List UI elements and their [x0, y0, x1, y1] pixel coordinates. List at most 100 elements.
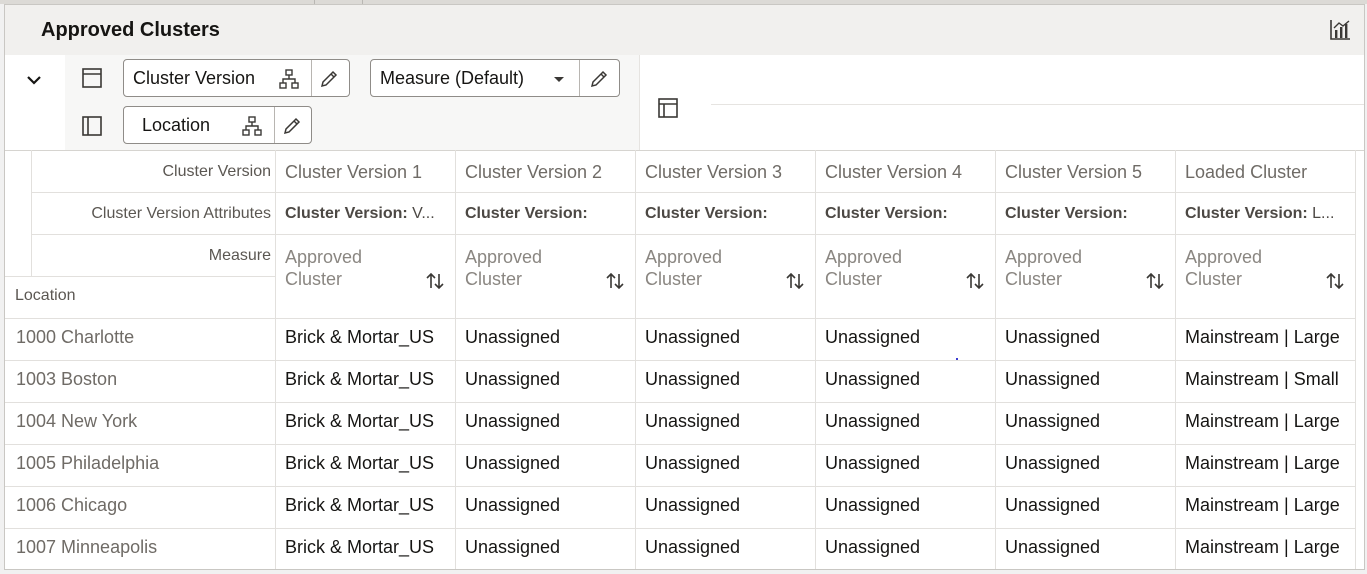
- row-divider: [5, 402, 1355, 403]
- row-divider: [5, 276, 275, 277]
- table-cell[interactable]: Unassigned: [645, 495, 813, 516]
- column-header-name[interactable]: Cluster Version 2: [465, 162, 625, 183]
- header-label-cluster-version: Cluster Version: [162, 163, 272, 180]
- table-cell[interactable]: Unassigned: [1005, 537, 1173, 558]
- table-cell[interactable]: Brick & Mortar_US: [285, 369, 453, 390]
- table-cell[interactable]: Unassigned: [645, 327, 813, 348]
- chip-separator: [274, 107, 275, 143]
- table-cell[interactable]: Unassigned: [465, 453, 633, 474]
- caret-down-icon[interactable]: [549, 69, 569, 89]
- table-cell[interactable]: Unassigned: [465, 327, 633, 348]
- table-cell[interactable]: Unassigned: [645, 453, 813, 474]
- attribute-key: Cluster Version:: [465, 205, 588, 222]
- chip-measure[interactable]: Measure (Default): [370, 59, 620, 97]
- column-measure[interactable]: Approved Cluster: [1005, 246, 1082, 290]
- column-measure[interactable]: Approved Cluster: [1185, 246, 1262, 290]
- measure-line: Approved: [465, 247, 543, 267]
- measure-line: Approved: [645, 247, 723, 267]
- table-cell[interactable]: Mainstream | Large: [1185, 495, 1355, 516]
- table-cell[interactable]: Unassigned: [825, 369, 993, 390]
- table-cell[interactable]: Unassigned: [465, 495, 633, 516]
- pivot-area: Cluster Version Measure (Default) Locati…: [5, 55, 1364, 150]
- columns-layout-icon: [82, 68, 102, 88]
- cursor-dot: [956, 358, 958, 360]
- row-location[interactable]: 1000 Charlotte: [16, 327, 134, 348]
- table-cell[interactable]: Mainstream | Large: [1185, 453, 1355, 474]
- sort-icon[interactable]: [1145, 271, 1165, 291]
- sort-icon[interactable]: [1325, 271, 1345, 291]
- hierarchy-icon[interactable]: [279, 69, 299, 89]
- column-measure[interactable]: Approved Cluster: [825, 246, 902, 290]
- column-attribute[interactable]: Cluster Version:: [465, 205, 625, 223]
- table-cell[interactable]: Unassigned: [1005, 369, 1173, 390]
- pencil-icon[interactable]: [589, 69, 609, 89]
- row-divider: [5, 360, 1355, 361]
- column-attribute[interactable]: Cluster Version:: [1005, 205, 1165, 223]
- hierarchy-icon[interactable]: [242, 116, 262, 136]
- table-cell[interactable]: Unassigned: [465, 369, 633, 390]
- table-cell[interactable]: Unassigned: [825, 453, 993, 474]
- chip-location[interactable]: Location: [123, 106, 312, 144]
- column-measure[interactable]: Approved Cluster: [645, 246, 722, 290]
- grid-border: [5, 150, 1364, 151]
- panel-icon[interactable]: [657, 97, 679, 119]
- column-header-name[interactable]: Cluster Version 4: [825, 162, 985, 183]
- row-divider: [5, 486, 1355, 487]
- table-cell[interactable]: Unassigned: [645, 411, 813, 432]
- table-cell[interactable]: Mainstream | Large: [1185, 327, 1355, 348]
- attribute-key: Cluster Version:: [1185, 205, 1308, 222]
- row-divider: [31, 192, 1355, 193]
- table-cell[interactable]: Unassigned: [1005, 411, 1173, 432]
- measure-line: Approved: [285, 247, 363, 267]
- column-header-name[interactable]: Cluster Version 3: [645, 162, 805, 183]
- table-cell[interactable]: Brick & Mortar_US: [285, 327, 453, 348]
- column-attribute[interactable]: Cluster Version: L...: [1185, 205, 1345, 223]
- table-cell[interactable]: Unassigned: [1005, 327, 1173, 348]
- column-divider: [31, 150, 32, 276]
- table-cell[interactable]: Unassigned: [825, 411, 993, 432]
- table-cell[interactable]: Mainstream | Small: [1185, 369, 1355, 390]
- table-cell[interactable]: Mainstream | Large: [1185, 411, 1355, 432]
- column-header-name[interactable]: Cluster Version 5: [1005, 162, 1165, 183]
- table-cell[interactable]: Brick & Mortar_US: [285, 537, 453, 558]
- table-cell[interactable]: Brick & Mortar_US: [285, 453, 453, 474]
- row-location[interactable]: 1007 Minneapolis: [16, 537, 157, 558]
- sort-icon[interactable]: [965, 271, 985, 291]
- column-attribute[interactable]: Cluster Version:: [645, 205, 805, 223]
- table-cell[interactable]: Unassigned: [1005, 453, 1173, 474]
- measure-line: Cluster: [465, 269, 523, 289]
- column-measure[interactable]: Approved Cluster: [465, 246, 542, 290]
- column-measure[interactable]: Approved Cluster: [285, 246, 362, 290]
- sort-icon[interactable]: [425, 271, 445, 291]
- chip-cluster-version[interactable]: Cluster Version: [123, 59, 350, 97]
- table-cell[interactable]: Brick & Mortar_US: [285, 411, 453, 432]
- table-cell[interactable]: Unassigned: [1005, 495, 1173, 516]
- table-cell[interactable]: Brick & Mortar_US: [285, 495, 453, 516]
- table-cell[interactable]: Unassigned: [825, 537, 993, 558]
- column-header-name[interactable]: Cluster Version 1: [285, 162, 445, 183]
- table-cell[interactable]: Unassigned: [825, 495, 993, 516]
- attribute-key: Cluster Version:: [645, 205, 768, 222]
- pencil-icon[interactable]: [319, 69, 339, 89]
- table-cell[interactable]: Mainstream | Large: [1185, 537, 1355, 558]
- sort-icon[interactable]: [785, 271, 805, 291]
- row-location[interactable]: 1003 Boston: [16, 369, 117, 390]
- table-cell[interactable]: Unassigned: [645, 369, 813, 390]
- attribute-key: Cluster Version:: [825, 205, 948, 222]
- measure-line: Cluster: [285, 269, 343, 289]
- table-cell[interactable]: Unassigned: [645, 537, 813, 558]
- chart-icon[interactable]: [1329, 19, 1351, 41]
- table-cell[interactable]: Unassigned: [825, 327, 993, 348]
- row-location[interactable]: 1004 New York: [16, 411, 137, 432]
- row-location[interactable]: 1005 Philadelphia: [16, 453, 159, 474]
- sort-icon[interactable]: [605, 271, 625, 291]
- column-attribute[interactable]: Cluster Version: V...: [285, 205, 445, 223]
- column-header-name[interactable]: Loaded Cluster: [1185, 162, 1345, 183]
- pencil-icon[interactable]: [282, 116, 302, 136]
- row-location[interactable]: 1006 Chicago: [16, 495, 127, 516]
- table-cell[interactable]: Unassigned: [465, 537, 633, 558]
- table-cell[interactable]: Unassigned: [465, 411, 633, 432]
- pivot-collapse-area: [5, 55, 66, 150]
- column-attribute[interactable]: Cluster Version:: [825, 205, 985, 223]
- chevron-down-icon[interactable]: [25, 71, 43, 89]
